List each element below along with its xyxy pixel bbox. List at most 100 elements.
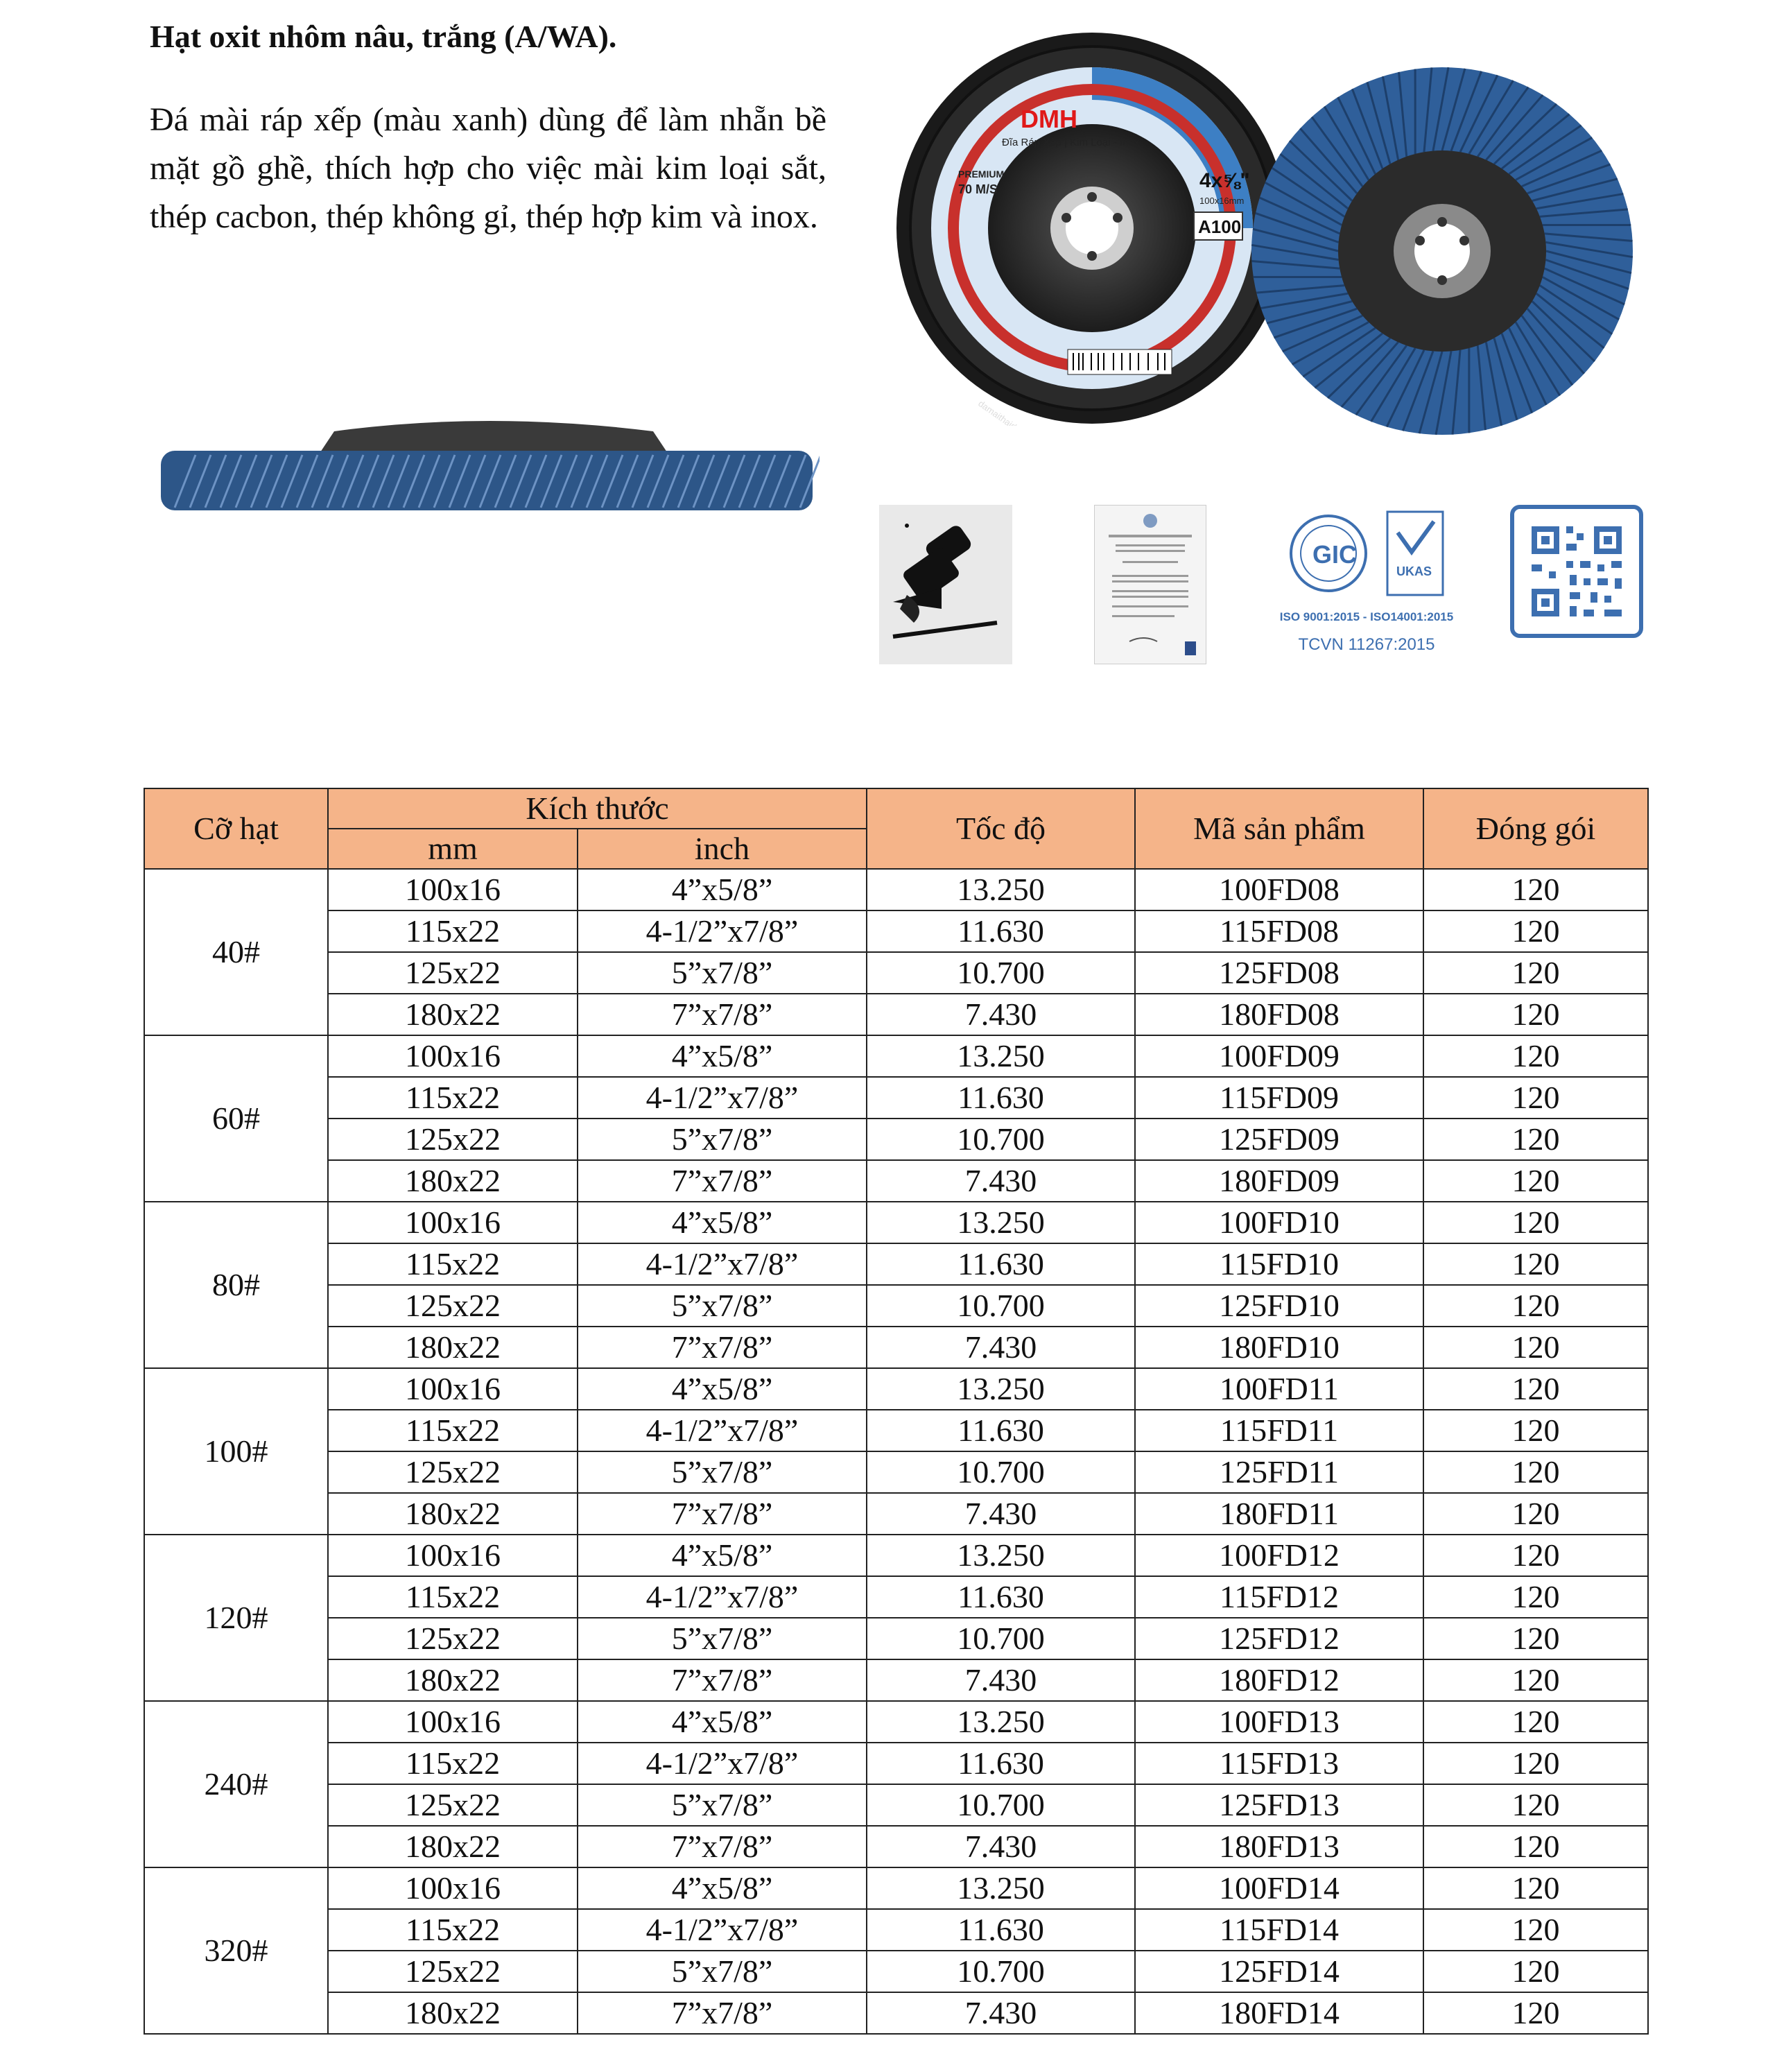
product-code-cell: 125FD14 <box>1134 1950 1424 1993</box>
table-row: 180x22 7”x7/8” 7.430 180FD11 120 <box>144 1492 1649 1535</box>
inch-cell: 4”x5/8” <box>577 868 867 911</box>
mm-cell: 125x22 <box>327 1118 578 1161</box>
packaging-cell: 120 <box>1423 1035 1649 1078</box>
inch-cell: 7”x7/8” <box>577 1492 867 1535</box>
speed-cell: 13.250 <box>866 1867 1136 1910</box>
packaging-cell: 120 <box>1423 1825 1649 1868</box>
speed-cell: 11.630 <box>866 1076 1136 1119</box>
product-code-cell: 100FD13 <box>1134 1700 1424 1743</box>
product-code-cell: 180FD10 <box>1134 1326 1424 1369</box>
certificate-document-icon <box>1094 505 1206 664</box>
mm-cell: 125x22 <box>327 1284 578 1327</box>
mm-cell: 180x22 <box>327 1825 578 1868</box>
table-row: 125x22 5”x7/8” 10.700 125FD09 120 <box>144 1118 1649 1161</box>
grit-cell: 40# <box>144 868 329 1036</box>
qr-code-icon[interactable] <box>1510 505 1643 638</box>
speed-cell: 7.430 <box>866 1825 1136 1868</box>
mm-cell: 125x22 <box>327 951 578 994</box>
speed-cell: 7.430 <box>866 1326 1136 1369</box>
flap-disc-front-image: DMH Đĩa Ráp Xếp | Kim Loại - Inox PREMIU… <box>896 33 1288 426</box>
mm-cell: 115x22 <box>327 1908 578 1951</box>
speed-cell: 7.430 <box>866 1659 1136 1702</box>
mm-cell: 180x22 <box>327 1659 578 1702</box>
mm-cell: 180x22 <box>327 993 578 1036</box>
inch-cell: 5”x7/8” <box>577 1784 867 1827</box>
product-code-cell: 115FD11 <box>1134 1409 1424 1452</box>
header-packaging: Đóng gói <box>1423 788 1649 870</box>
product-code-cell: 125FD13 <box>1134 1784 1424 1827</box>
table-row: 115x22 4-1/2”x7/8” 11.630 115FD13 120 <box>144 1742 1649 1785</box>
mm-cell: 115x22 <box>327 1742 578 1785</box>
product-code-cell: 125FD08 <box>1134 951 1424 994</box>
packaging-cell: 120 <box>1423 1076 1649 1119</box>
inch-cell: 5”x7/8” <box>577 1118 867 1161</box>
mm-cell: 115x22 <box>327 1409 578 1452</box>
table-row: 125x22 5”x7/8” 10.700 125FD10 120 <box>144 1284 1649 1327</box>
product-code-cell: 100FD08 <box>1134 868 1424 911</box>
speed-cell: 10.700 <box>866 1451 1136 1494</box>
mm-cell: 180x22 <box>327 1326 578 1369</box>
product-code-cell: 100FD11 <box>1134 1367 1424 1410</box>
table-row: 180x22 7”x7/8” 7.430 180FD14 120 <box>144 1992 1649 2035</box>
inch-cell: 4-1/2”x7/8” <box>577 1243 867 1286</box>
header-product-code: Mã sản phẩm <box>1134 788 1424 870</box>
table-row: 115x22 4-1/2”x7/8” 11.630 115FD08 120 <box>144 910 1649 953</box>
speed-cell: 7.430 <box>866 1492 1136 1535</box>
page-heading: Hạt oxit nhôm nâu, trắng (A/WA). <box>150 19 617 54</box>
product-code-cell: 180FD11 <box>1134 1492 1424 1535</box>
tcvn-standard-text: TCVN 11267:2015 <box>1298 635 1435 654</box>
table-row: 100# 100x16 4”x5/8” 13.250 100FD11 120 <box>144 1367 1649 1535</box>
table-row: 115x22 4-1/2”x7/8” 11.630 115FD14 120 <box>144 1908 1649 1951</box>
speed-cell: 10.700 <box>866 1950 1136 1993</box>
header-dimension: Kích thước <box>327 788 867 829</box>
inch-cell: 5”x7/8” <box>577 951 867 994</box>
packaging-cell: 120 <box>1423 1159 1649 1202</box>
label-subtitle: Đĩa Ráp Xếp | Kim Loại - Inox <box>1002 137 1140 148</box>
grit-cell: 80# <box>144 1201 329 1369</box>
speed-cell: 7.430 <box>866 1159 1136 1202</box>
ukas-logo-text: UKAS <box>1396 564 1432 578</box>
inch-cell: 4-1/2”x7/8” <box>577 1908 867 1951</box>
speed-cell: 7.430 <box>866 1992 1136 2035</box>
speed-cell: 13.250 <box>866 1700 1136 1743</box>
product-code-cell: 180FD13 <box>1134 1825 1424 1868</box>
table-row: 115x22 4-1/2”x7/8” 11.630 115FD09 120 <box>144 1076 1649 1119</box>
packaging-cell: 120 <box>1423 993 1649 1036</box>
inch-cell: 4-1/2”x7/8” <box>577 1575 867 1618</box>
packaging-cell: 120 <box>1423 1992 1649 2035</box>
packaging-cell: 120 <box>1423 1534 1649 1577</box>
product-code-cell: 100FD10 <box>1134 1201 1424 1244</box>
packaging-cell: 120 <box>1423 1326 1649 1369</box>
inch-cell: 4-1/2”x7/8” <box>577 1409 867 1452</box>
iso-certification-logo: GIC UKAS ISO 9001:2015 - ISO14001:2015 T… <box>1273 505 1460 664</box>
product-code-cell: 180FD08 <box>1134 993 1424 1036</box>
packaging-cell: 120 <box>1423 910 1649 953</box>
flap-disc-back-image <box>1251 67 1633 435</box>
table-row: 60# 100x16 4”x5/8” 13.250 100FD09 120 <box>144 1035 1649 1202</box>
packaging-cell: 120 <box>1423 1700 1649 1743</box>
table-row: 180x22 7”x7/8” 7.430 180FD09 120 <box>144 1159 1649 1202</box>
speed-cell: 10.700 <box>866 1118 1136 1161</box>
product-code-cell: 115FD13 <box>1134 1742 1424 1785</box>
mm-cell: 180x22 <box>327 1159 578 1202</box>
speed-cell: 10.700 <box>866 1617 1136 1660</box>
table-row: 125x22 5”x7/8” 10.700 125FD08 120 <box>144 951 1649 994</box>
speed-cell: 7.430 <box>866 993 1136 1036</box>
packaging-cell: 120 <box>1423 1118 1649 1161</box>
flap-disc-side-image <box>161 421 820 510</box>
inch-cell: 4”x5/8” <box>577 1534 867 1577</box>
speed-cell: 11.630 <box>866 1243 1136 1286</box>
table-row: 180x22 7”x7/8” 7.430 180FD10 120 <box>144 1326 1649 1369</box>
speed-cell: 13.250 <box>866 1201 1136 1244</box>
label-speed: 70 M/S <box>958 182 998 196</box>
packaging-cell: 120 <box>1423 1451 1649 1494</box>
product-code-cell: 125FD09 <box>1134 1118 1424 1161</box>
inch-cell: 7”x7/8” <box>577 1992 867 2035</box>
table-row: 125x22 5”x7/8” 10.700 125FD13 120 <box>144 1784 1649 1827</box>
mm-cell: 180x22 <box>327 1492 578 1535</box>
speed-cell: 11.630 <box>866 910 1136 953</box>
mm-cell: 100x16 <box>327 1367 578 1410</box>
product-code-cell: 180FD09 <box>1134 1159 1424 1202</box>
inch-cell: 5”x7/8” <box>577 1617 867 1660</box>
mm-cell: 115x22 <box>327 1243 578 1286</box>
